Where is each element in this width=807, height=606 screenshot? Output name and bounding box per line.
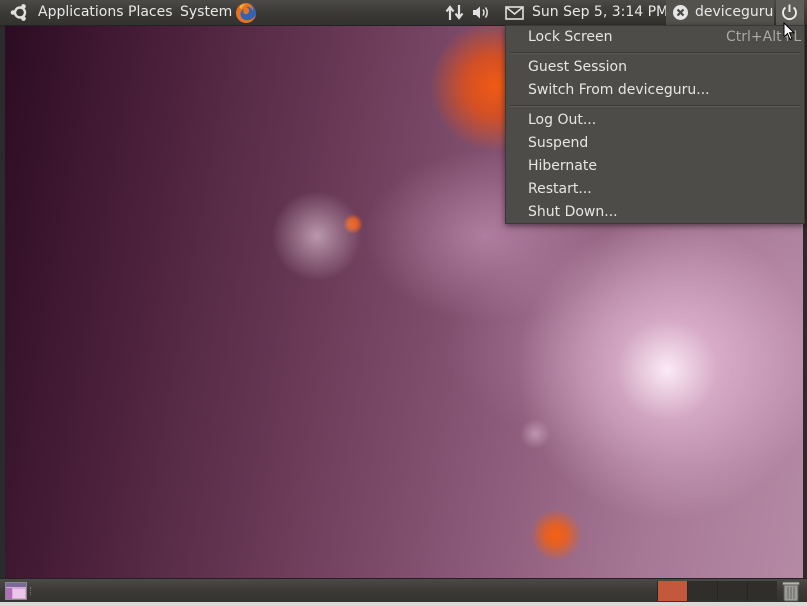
speaker-icon[interactable] (472, 5, 492, 30)
places-menu[interactable]: Places (128, 0, 173, 25)
restart-label: Restart... (528, 181, 592, 197)
switch-user-label: Switch From deviceguru... (528, 82, 710, 98)
host-window-edge (0, 602, 807, 606)
workspace-1[interactable] (657, 581, 687, 601)
clock[interactable]: Sun Sep 5, 3:14 PM (532, 0, 668, 25)
system-menu[interactable]: System (180, 0, 232, 25)
log-out-label: Log Out... (528, 112, 597, 128)
firefox-icon[interactable] (234, 1, 258, 26)
screen: Applications Places System Sun Sep 5, 3:… (0, 0, 807, 606)
network-updown-icon[interactable] (445, 4, 465, 29)
session-menu: Lock Screen Ctrl+Alt+L Guest Session Swi… (505, 25, 805, 224)
user-menu-button[interactable]: deviceguru (666, 0, 774, 25)
shut-down-item[interactable]: Shut Down... (506, 201, 804, 224)
hibernate-item[interactable]: Hibernate (506, 155, 804, 178)
log-out-item[interactable]: Log Out... (506, 109, 804, 132)
menu-separator (510, 52, 800, 54)
suspend-label: Suspend (528, 135, 589, 151)
power-icon (780, 3, 799, 22)
panel-handle[interactable] (30, 587, 34, 595)
guest-session-label: Guest Session (528, 59, 627, 75)
restart-item[interactable]: Restart... (506, 178, 804, 201)
switch-user-item[interactable]: Switch From deviceguru... (506, 79, 804, 102)
menu-separator (510, 105, 800, 107)
workspace-2[interactable] (687, 581, 717, 601)
user-name: deviceguru (695, 4, 774, 20)
top-panel: Applications Places System Sun Sep 5, 3:… (0, 0, 807, 26)
workspace-3[interactable] (717, 581, 747, 601)
workspace-4[interactable] (747, 581, 777, 601)
guest-session-item[interactable]: Guest Session (506, 56, 804, 79)
show-desktop-icon[interactable] (5, 582, 27, 604)
mouse-cursor-icon (783, 21, 796, 45)
lock-screen-label: Lock Screen (528, 29, 613, 45)
suspend-item[interactable]: Suspend (506, 132, 804, 155)
ubuntu-logo-icon[interactable] (10, 3, 30, 22)
applications-menu[interactable]: Applications (38, 0, 124, 25)
hibernate-label: Hibernate (528, 158, 597, 174)
user-status-icon (672, 4, 689, 21)
bottom-panel (0, 578, 807, 603)
lock-screen-item[interactable]: Lock Screen Ctrl+Alt+L (506, 26, 804, 49)
shut-down-label: Shut Down... (528, 204, 618, 220)
